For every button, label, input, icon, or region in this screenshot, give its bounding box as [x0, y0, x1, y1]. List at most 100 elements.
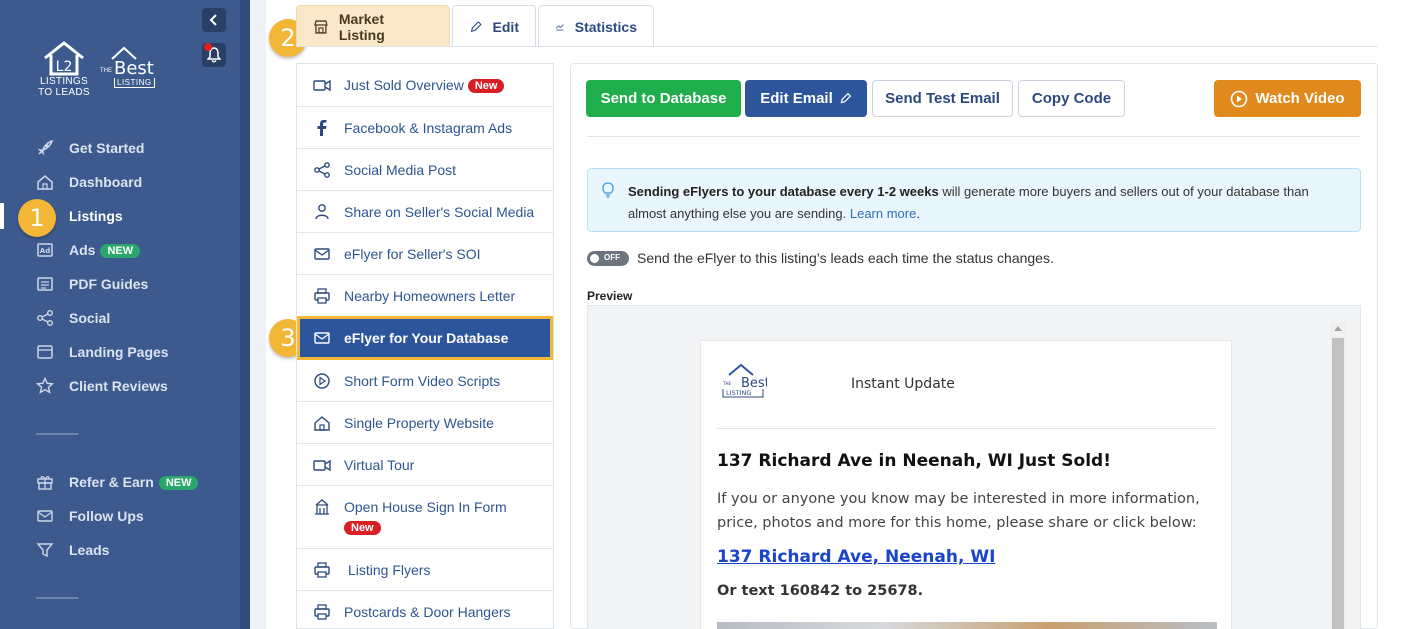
star-icon	[36, 377, 54, 394]
sidebar-item-label: Refer & Earn NEW	[69, 474, 199, 491]
list-item-open-house-sign-in[interactable]: Open House Sign In Form New	[297, 486, 553, 549]
tab-label: Market Listing	[338, 10, 385, 43]
user-icon	[315, 203, 329, 219]
list-item-label: Short Form Video Scripts	[344, 372, 501, 389]
new-badge: NEW	[100, 244, 141, 259]
scroll-up-arrow[interactable]	[1334, 326, 1342, 331]
sidebar-item-label: Social	[69, 310, 111, 326]
rocket-icon	[37, 139, 54, 156]
step-marker-1: 1	[18, 199, 56, 237]
sidebar-item-label: Listings	[69, 208, 123, 224]
pdf-guide-icon	[37, 277, 53, 291]
list-item-postcards-door-hangers[interactable]: Postcards & Door Hangers	[297, 591, 553, 629]
tab-edit[interactable]: Edit	[452, 5, 536, 47]
list-item-nearby-homeowners-letter[interactable]: Nearby Homeowners Letter	[297, 275, 553, 317]
chevron-left-icon	[209, 14, 217, 26]
sidebar-item-social[interactable]: Social	[0, 303, 240, 333]
copy-code-button[interactable]: Copy Code	[1018, 80, 1125, 117]
list-item-eflyer-sellers-soi[interactable]: eFlyer for Seller's SOI	[297, 233, 553, 275]
sidebar-item-label: Leads	[69, 542, 110, 558]
notifications-button[interactable]	[202, 43, 226, 67]
svg-text:L2: L2	[56, 59, 73, 75]
preview-label: Preview	[587, 289, 633, 303]
email-title: 137 Richard Ave in Neenah, WI Just Sold!	[717, 451, 1111, 471]
sidebar-item-landing-pages[interactable]: Landing Pages	[0, 337, 240, 367]
active-indicator	[0, 203, 4, 229]
eflyer-panel: Send to Database Edit Email Send Test Em…	[570, 63, 1378, 629]
sidebar-gutter	[250, 0, 266, 629]
list-item-social-media-post[interactable]: Social Media Post	[297, 149, 553, 191]
list-item-label: Nearby Homeowners Letter	[344, 287, 516, 304]
sidebar-item-refer-earn[interactable]: Refer & Earn NEW	[0, 467, 240, 497]
new-badge: New	[344, 521, 381, 535]
list-item-label: eFlyer for Your Database	[344, 330, 509, 346]
tab-statistics[interactable]: Statistics	[538, 5, 654, 47]
list-item-eflyer-your-database[interactable]: eFlyer for Your Database	[297, 316, 553, 360]
list-item-label: Postcards & Door Hangers	[344, 603, 511, 620]
list-item-label: Virtual Tour	[344, 456, 415, 473]
mail-icon	[37, 510, 53, 522]
list-item-label: Open House Sign In Form	[344, 499, 507, 515]
printer-icon	[314, 561, 330, 578]
panel-divider	[587, 136, 1361, 137]
toggle-label: Send the eFlyer to this listing’s leads …	[637, 250, 1054, 266]
list-item-label: Single Property Website	[344, 414, 494, 431]
learn-more-link[interactable]: Learn more	[850, 206, 916, 221]
svg-text:Ad: Ad	[40, 247, 50, 255]
sidebar-item-leads[interactable]: Leads	[0, 535, 240, 565]
list-item-virtual-tour[interactable]: Virtual Tour	[297, 444, 553, 486]
email-property-photo	[717, 622, 1217, 629]
edit-email-label: Edit Email	[760, 90, 833, 107]
list-item-listing-flyers[interactable]: Listing Flyers	[297, 549, 553, 591]
list-item-single-property-website[interactable]: Single Property Website	[297, 402, 553, 444]
send-test-email-button[interactable]: Send Test Email	[872, 80, 1013, 117]
sidebar-item-client-reviews[interactable]: Client Reviews	[0, 371, 240, 401]
label-text: Just Sold Overview	[344, 76, 464, 93]
sidebar-item-ads[interactable]: Ad Ads NEW	[0, 235, 240, 265]
printer-icon	[314, 603, 330, 620]
list-item-label: eFlyer for Seller's SOI	[344, 245, 481, 262]
sidebar-item-get-started[interactable]: Get Started	[0, 133, 240, 163]
tab-label: Edit	[492, 18, 519, 35]
email-body: If you or anyone you know may be interes…	[717, 491, 1200, 531]
svg-text:THE: THE	[722, 381, 731, 386]
email-text-code: Or text 160842 to 25678.	[717, 583, 924, 599]
list-item-facebook-instagram-ads[interactable]: Facebook & Instagram Ads	[297, 107, 553, 149]
the-best-listing-logo[interactable]: THE Best LISTING	[100, 46, 160, 90]
edit-email-button[interactable]: Edit Email	[745, 80, 867, 117]
collapse-sidebar-button[interactable]	[202, 8, 226, 32]
home-icon	[37, 175, 53, 190]
sidebar-divider	[36, 597, 78, 599]
email-header-text: Instant Update	[851, 376, 955, 392]
printer-icon	[314, 287, 330, 304]
watch-video-button[interactable]: Watch Video	[1214, 80, 1361, 117]
lightbulb-icon	[602, 182, 614, 198]
email-property-link[interactable]: 137 Richard Ave, Neenah, WI	[717, 547, 995, 567]
email-divider	[717, 428, 1217, 429]
info-end: .	[916, 206, 920, 221]
preview-scrollbar[interactable]	[1330, 322, 1346, 629]
tab-market-listing[interactable]: Market Listing	[296, 5, 450, 47]
send-to-database-button[interactable]: Send to Database	[586, 80, 741, 117]
play-circle-icon	[314, 372, 330, 389]
sidebar-item-label: Follow Ups	[69, 508, 144, 524]
sidebar-item-label: Client Reviews	[69, 378, 168, 394]
list-item-short-form-video-scripts[interactable]: Short Form Video Scripts	[297, 360, 553, 402]
list-item-just-sold-overview[interactable]: Just Sold Overview New	[297, 64, 553, 107]
listings-to-leads-logo[interactable]: L2 LISTINGS TO LEADS	[34, 40, 94, 102]
sidebar: L2 LISTINGS TO LEADS THE Best LISTING Ge…	[0, 0, 240, 629]
email-preview: Best THE LISTING Instant Update 137 Rich…	[700, 340, 1232, 629]
sidebar-item-dashboard[interactable]: Dashboard	[0, 167, 240, 197]
sidebar-item-follow-ups[interactable]: Follow Ups	[0, 501, 240, 531]
sidebar-item-pdf-guides[interactable]: PDF Guides	[0, 269, 240, 299]
landing-page-icon	[37, 345, 53, 359]
status-change-toggle[interactable]: OFF	[587, 251, 629, 266]
sidebar-edge	[240, 0, 250, 629]
list-item-share-on-sellers-social[interactable]: Share on Seller's Social Media	[297, 191, 553, 233]
mail-icon	[314, 247, 330, 260]
sidebar-divider	[36, 433, 78, 435]
play-circle-icon	[1231, 90, 1248, 107]
scroll-thumb[interactable]	[1332, 338, 1344, 629]
marketing-tools-list: Just Sold Overview New Facebook & Instagr…	[296, 63, 554, 629]
sidebar-item-label: PDF Guides	[69, 276, 149, 292]
